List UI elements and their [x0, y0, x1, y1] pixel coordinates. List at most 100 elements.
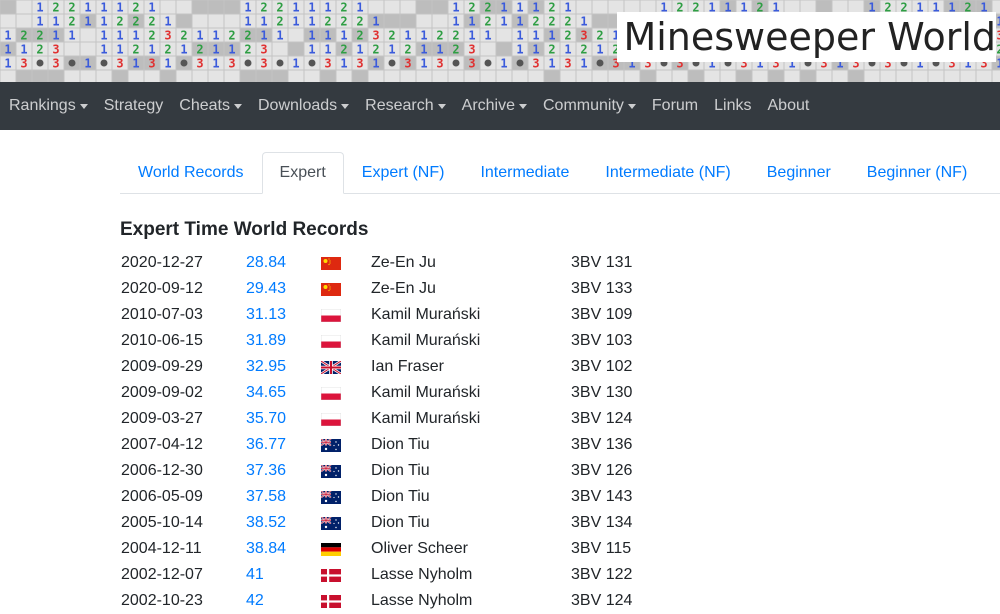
- site-title[interactable]: Minesweeper World: [617, 12, 996, 62]
- svg-text:2: 2: [452, 29, 459, 43]
- flag-dk-icon: [321, 595, 341, 608]
- record-time-link[interactable]: 29.43: [246, 276, 286, 302]
- svg-text:1: 1: [372, 57, 379, 71]
- svg-text:1: 1: [212, 43, 219, 57]
- svg-text:3: 3: [260, 43, 267, 57]
- svg-text:1: 1: [516, 15, 523, 29]
- nav-item-archive[interactable]: Archive: [454, 82, 535, 130]
- record-time-link[interactable]: 37.36: [246, 458, 286, 484]
- records-table: 2020-12-27 28.84 Ze-En Ju 3BV 131 2020-09-12…: [120, 250, 680, 614]
- svg-text:1: 1: [340, 57, 347, 71]
- svg-text:1: 1: [148, 43, 155, 57]
- svg-text:3: 3: [436, 57, 443, 71]
- nav-item-downloads[interactable]: Downloads: [250, 82, 357, 130]
- record-player-name: Kamil Murański: [371, 384, 481, 401]
- tab-expert[interactable]: Expert: [261, 152, 344, 194]
- record-player-name: Dion Tiu: [371, 488, 430, 505]
- svg-text:2: 2: [180, 29, 187, 43]
- record-3bv: 3BV 122: [571, 566, 633, 583]
- tab-intermediate-nf[interactable]: Intermediate (NF): [587, 152, 748, 194]
- svg-text:2: 2: [52, 1, 59, 15]
- record-date: 2002-10-23: [121, 592, 203, 609]
- svg-text:1: 1: [212, 29, 219, 43]
- svg-text:1: 1: [468, 29, 475, 43]
- nav-item-community[interactable]: Community: [535, 82, 644, 130]
- nav-item-label: Rankings: [9, 97, 76, 114]
- svg-text:2: 2: [228, 29, 235, 43]
- tab-expert-nf[interactable]: Expert (NF): [344, 152, 463, 194]
- record-player-name: Kamil Murański: [371, 410, 481, 427]
- svg-text:3: 3: [116, 57, 123, 71]
- flag-cn-icon: [321, 283, 341, 296]
- record-3bv: 3BV 136: [571, 436, 633, 453]
- table-row: 2002-10-23 42 Lasse Nyholm 3BV 124: [120, 588, 680, 614]
- main-navbar: Rankings Strategy Cheats Downloads Research A…: [0, 82, 1000, 130]
- svg-text:3: 3: [580, 29, 587, 43]
- svg-text:1: 1: [420, 43, 427, 57]
- record-time-link[interactable]: 31.89: [246, 328, 286, 354]
- svg-text:1: 1: [516, 43, 523, 57]
- table-row: 2010-06-15 31.89 Kamil Murański 3BV 103: [120, 328, 680, 354]
- svg-text:1: 1: [244, 15, 251, 29]
- svg-text:1: 1: [36, 1, 43, 15]
- table-row: 2009-03-27 35.70 Kamil Murański 3BV 124: [120, 406, 680, 432]
- nav-item-cheats[interactable]: Cheats: [171, 82, 250, 130]
- svg-text:1: 1: [324, 1, 331, 15]
- flag-au-icon: [321, 517, 341, 530]
- record-time-link[interactable]: 41: [246, 562, 264, 588]
- record-3bv: 3BV 130: [571, 384, 633, 401]
- table-row: 2010-07-03 31.13 Kamil Murański 3BV 109: [120, 302, 680, 328]
- record-time-link[interactable]: 36.77: [246, 432, 286, 458]
- svg-text:3: 3: [52, 43, 59, 57]
- nav-item-about[interactable]: About: [760, 82, 818, 130]
- record-date: 2010-06-15: [121, 332, 203, 349]
- flag-pl-icon: [321, 387, 341, 400]
- record-time-link[interactable]: 42: [246, 588, 264, 614]
- svg-text:1: 1: [564, 1, 571, 15]
- svg-text:1: 1: [564, 43, 571, 57]
- record-time-link[interactable]: 35.70: [246, 406, 286, 432]
- record-player-name: Dion Tiu: [371, 436, 430, 453]
- record-time-link[interactable]: 37.58: [246, 484, 286, 510]
- svg-text:2: 2: [548, 1, 555, 15]
- tab-beginner-nf[interactable]: Beginner (NF): [849, 152, 985, 194]
- record-time-link[interactable]: 38.52: [246, 510, 286, 536]
- tab-intermediate[interactable]: Intermediate: [462, 152, 587, 194]
- svg-text:3: 3: [996, 29, 1000, 43]
- record-time-link[interactable]: 38.84: [246, 536, 286, 562]
- tab-cu[interactable]: Cu: [985, 152, 1000, 194]
- nav-item-research[interactable]: Research: [357, 82, 453, 130]
- table-row: 2007-04-12 36.77 Dion Tiu 3BV 136: [120, 432, 680, 458]
- svg-text:1: 1: [580, 15, 587, 29]
- record-time-link[interactable]: 32.95: [246, 354, 286, 380]
- nav-item-forum[interactable]: Forum: [644, 82, 706, 130]
- svg-text:1: 1: [260, 29, 267, 43]
- svg-text:3: 3: [20, 57, 27, 71]
- svg-text:1: 1: [532, 29, 539, 43]
- svg-text:2: 2: [276, 15, 283, 29]
- header-banner: 1221112112211121122111211221112112211121…: [0, 0, 1000, 82]
- record-3bv: 3BV 131: [571, 254, 633, 271]
- record-time-link[interactable]: 31.13: [246, 302, 286, 328]
- svg-text:1: 1: [4, 29, 11, 43]
- svg-text:2: 2: [388, 29, 395, 43]
- tab-world-records[interactable]: World Records: [120, 152, 262, 194]
- record-time-link[interactable]: 34.65: [246, 380, 286, 406]
- svg-text:2: 2: [20, 29, 27, 43]
- svg-text:2: 2: [436, 29, 443, 43]
- svg-text:2: 2: [68, 15, 75, 29]
- svg-text:2: 2: [148, 29, 155, 43]
- tab-beginner[interactable]: Beginner: [749, 152, 849, 194]
- nav-item-links[interactable]: Links: [706, 82, 759, 130]
- record-time-link[interactable]: 28.84: [246, 250, 286, 276]
- svg-text:1: 1: [596, 43, 603, 57]
- svg-text:3: 3: [324, 57, 331, 71]
- nav-item-strategy[interactable]: Strategy: [96, 82, 172, 130]
- svg-text:1: 1: [164, 15, 171, 29]
- nav-item-rankings[interactable]: Rankings: [0, 82, 96, 130]
- svg-text:1: 1: [148, 1, 155, 15]
- nav-item-label: Cheats: [179, 97, 230, 114]
- svg-text:1: 1: [500, 1, 507, 15]
- flag-gb-icon: [321, 361, 341, 374]
- svg-text:1: 1: [228, 43, 235, 57]
